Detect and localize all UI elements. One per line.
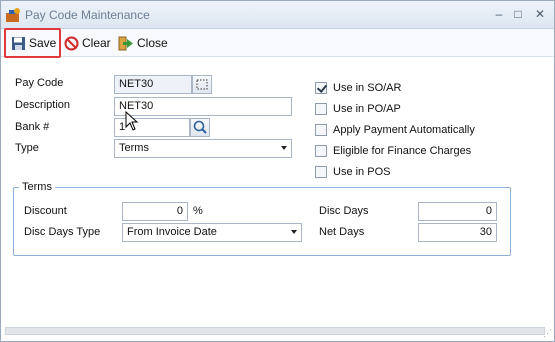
- disc-days-input[interactable]: 0: [418, 202, 497, 221]
- close-button[interactable]: Close: [118, 33, 168, 53]
- type-select[interactable]: Terms: [114, 139, 292, 158]
- checkbox-use-in-so-ar[interactable]: [315, 82, 327, 94]
- clear-label: Clear: [82, 36, 111, 50]
- toolbar: Save Clear Close: [1, 29, 554, 57]
- type-value: Terms: [119, 142, 149, 154]
- window-title: Pay Code Maintenance: [25, 8, 150, 22]
- list-lookup-icon: [193, 79, 211, 96]
- checkbox-use-in-po-ap[interactable]: [315, 103, 327, 115]
- description-label: Description: [15, 99, 71, 111]
- option-label: Use in PO/AP: [333, 103, 401, 115]
- close-label: Close: [137, 36, 168, 50]
- dropdown-arrow-icon: [281, 146, 287, 150]
- option-use-in-pos[interactable]: Use in POS: [315, 166, 390, 178]
- percent-unit: %: [193, 205, 203, 217]
- resize-grip-icon[interactable]: ⋰: [543, 328, 552, 339]
- disc-days-type-label: Disc Days Type: [24, 226, 101, 238]
- discount-label: Discount: [24, 205, 67, 217]
- disc-days-label: Disc Days: [319, 205, 369, 217]
- maximize-button[interactable]: □: [509, 6, 527, 22]
- option-label: Eligible for Finance Charges: [333, 145, 472, 157]
- option-label: Use in SO/AR: [333, 82, 402, 94]
- title-bar[interactable]: Pay Code Maintenance – □ ✕: [1, 1, 554, 29]
- discount-input[interactable]: 0: [122, 202, 188, 221]
- option-label: Apply Payment Automatically: [333, 124, 475, 136]
- app-icon: [4, 7, 22, 23]
- option-use-in-so-ar[interactable]: Use in SO/AR: [315, 82, 401, 94]
- pay-code-maintenance-window: Pay Code Maintenance – □ ✕ Save Clear Cl…: [0, 0, 555, 342]
- pay-code-label: Pay Code: [15, 77, 64, 89]
- option-eligible-for-finance-charges[interactable]: Eligible for Finance Charges: [315, 145, 471, 157]
- checkbox-eligible-for-finance-charges[interactable]: [315, 145, 327, 157]
- terms-group-label: Terms: [19, 181, 55, 193]
- net-days-label: Net Days: [319, 226, 365, 238]
- disc-days-type-select[interactable]: From Invoice Date: [122, 223, 302, 242]
- bank-label: Bank #: [15, 121, 50, 133]
- save-highlight-box: [4, 28, 61, 58]
- description-input[interactable]: NET30: [114, 97, 292, 116]
- net-days-input[interactable]: 30: [418, 223, 497, 242]
- bank-search-button[interactable]: [190, 118, 210, 137]
- option-use-in-po-ap[interactable]: Use in PO/AP: [315, 103, 401, 115]
- magnifier-icon: [191, 120, 209, 139]
- close-window-button[interactable]: ✕: [531, 6, 549, 22]
- clear-button[interactable]: Clear: [64, 33, 111, 53]
- option-label: Use in POS: [333, 166, 391, 178]
- horizontal-scrollbar[interactable]: [5, 327, 545, 335]
- pay-code-lookup-button[interactable]: [192, 75, 212, 94]
- terms-groupbox: [13, 187, 511, 256]
- checkbox-apply-payment-automatically[interactable]: [315, 124, 327, 136]
- no-entry-icon: [64, 36, 79, 51]
- type-label: Type: [15, 142, 39, 154]
- disc-days-type-value: From Invoice Date: [127, 226, 217, 238]
- option-apply-payment-automatically[interactable]: Apply Payment Automatically: [315, 124, 475, 136]
- dropdown-arrow-icon: [291, 230, 297, 234]
- pay-code-input[interactable]: NET30: [114, 75, 192, 94]
- exit-door-icon: [118, 36, 134, 51]
- minimize-button[interactable]: –: [490, 6, 508, 22]
- checkbox-use-in-pos[interactable]: [315, 166, 327, 178]
- mouse-cursor-icon: [125, 110, 139, 134]
